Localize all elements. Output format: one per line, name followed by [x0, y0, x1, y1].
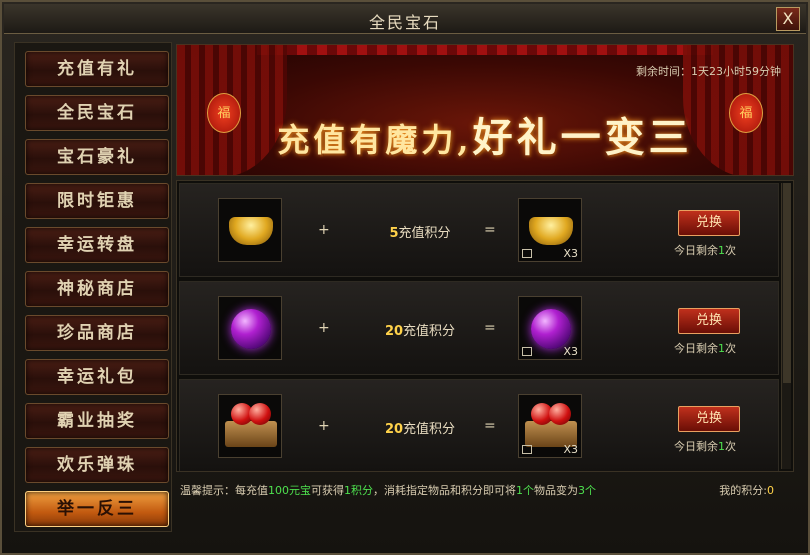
banner-slogan: 充值有魔力,好礼一变三: [277, 114, 693, 161]
bind-icon: [522, 445, 532, 454]
remaining-today: 今日剩余1次: [674, 342, 736, 355]
sidebar-item-gem-gift[interactable]: 宝石豪礼: [25, 139, 169, 175]
lantern-icon: 福: [207, 93, 241, 133]
sidebar-item-recharge-gift[interactable]: 充值有礼: [25, 51, 169, 87]
plus-sign: +: [318, 320, 330, 336]
sidebar-item-lucky-wheel[interactable]: 幸运转盘: [25, 227, 169, 263]
result-item-slot[interactable]: X3: [518, 198, 582, 262]
lantern-icon: 福: [729, 93, 763, 133]
window-title: 全民宝石: [368, 13, 441, 32]
offer-list: + 5充值积分 = X3 兑换 今日剩余1次 + 20充值积分 = X3 兑换 …: [176, 180, 794, 472]
sidebar-item-rare-shop[interactable]: 珍品商店: [25, 315, 169, 351]
gold-ingot-icon: [229, 217, 273, 245]
source-item-slot[interactable]: [218, 394, 282, 458]
offer-row: + 5充值积分 = X3 兑换 今日剩余1次: [179, 183, 779, 277]
ruby-icon: [549, 403, 571, 425]
close-button[interactable]: X: [776, 7, 800, 31]
ruby-box-icon: [225, 421, 277, 447]
cost-label: 5充值积分: [389, 226, 451, 241]
redeem-button[interactable]: 兑换: [678, 308, 740, 334]
redeem-button[interactable]: 兑换: [678, 406, 740, 432]
offer-row: + 20充值积分 = X3 兑换 今日剩余1次: [179, 281, 779, 375]
purple-orb-icon: [231, 309, 271, 349]
sidebar-item-mystery-shop[interactable]: 神秘商店: [25, 271, 169, 307]
plus-sign: +: [318, 418, 330, 434]
result-item-slot[interactable]: X3: [518, 394, 582, 458]
source-item-slot[interactable]: [218, 296, 282, 360]
bind-icon: [522, 347, 532, 356]
countdown-timer: 剩余时间：1天23小时59分钟: [636, 65, 781, 78]
banner-trim: [257, 45, 713, 55]
source-item-slot[interactable]: [218, 198, 282, 262]
cost-label: 20充值积分: [384, 422, 456, 437]
scroll-thumb[interactable]: [783, 183, 791, 383]
redeem-button[interactable]: 兑换: [678, 210, 740, 236]
purple-orb-icon: [531, 309, 571, 349]
offer-row: + 20充值积分 = X3 兑换 今日剩余1次: [179, 379, 779, 471]
plus-sign: +: [318, 222, 330, 238]
footer-tip: 温馨提示：每充值100元宝可获得1积分，消耗指定物品和积分即可将1个物品变为3个…: [180, 484, 774, 497]
result-item-slot[interactable]: X3: [518, 296, 582, 360]
my-score: 我的积分:0: [719, 484, 774, 497]
result-quantity: X3: [563, 247, 578, 260]
equals-sign: =: [484, 222, 496, 238]
sidebar-item-limited-deal[interactable]: 限时钜惠: [25, 183, 169, 219]
remaining-today: 今日剩余1次: [674, 440, 736, 453]
sidebar-item-gem-for-all[interactable]: 全民宝石: [25, 95, 169, 131]
sidebar-item-one-to-three[interactable]: 举一反三: [25, 491, 169, 527]
cost-label: 20充值积分: [384, 324, 456, 339]
sidebar-item-lucky-pack[interactable]: 幸运礼包: [25, 359, 169, 395]
title-bar: 全民宝石 X: [4, 4, 806, 34]
remaining-today: 今日剩余1次: [674, 244, 736, 257]
sidebar-item-lottery[interactable]: 霸业抽奖: [25, 403, 169, 439]
ruby-icon: [249, 403, 271, 425]
scrollbar[interactable]: [781, 183, 791, 469]
bind-icon: [522, 249, 532, 258]
equals-sign: =: [484, 418, 496, 434]
sidebar-item-pinball[interactable]: 欢乐弹珠: [25, 447, 169, 483]
sidebar: 充值有礼 全民宝石 宝石豪礼 限时钜惠 幸运转盘 神秘商店 珍品商店 幸运礼包 …: [14, 42, 172, 532]
gold-ingot-icon: [529, 217, 573, 245]
event-banner: 福 福 剩余时间：1天23小时59分钟 充值有魔力,好礼一变三: [176, 44, 794, 176]
result-quantity: X3: [563, 345, 578, 358]
equals-sign: =: [484, 320, 496, 336]
result-quantity: X3: [563, 443, 578, 456]
